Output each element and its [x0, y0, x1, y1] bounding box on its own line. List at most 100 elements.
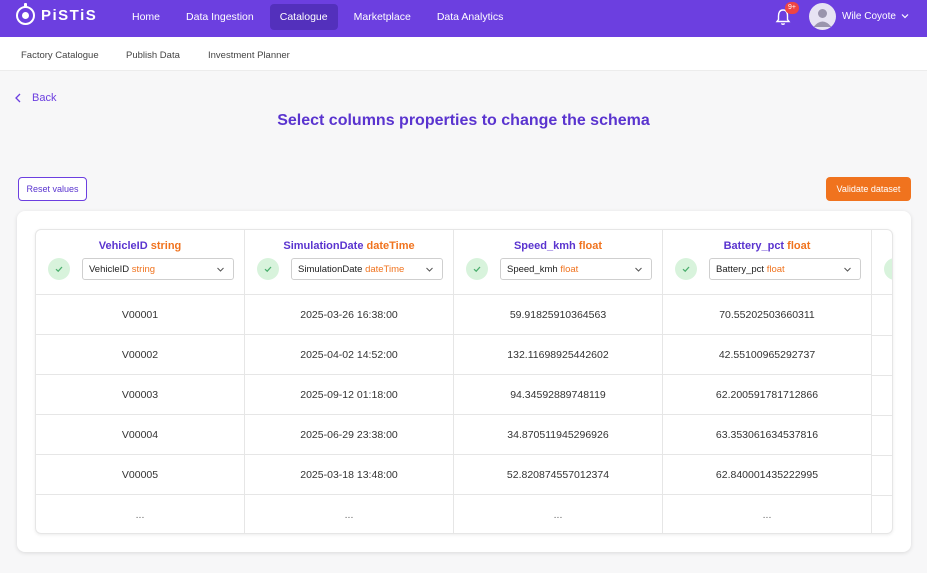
- table-cell: V00004: [36, 415, 244, 455]
- table-cell: 62.200591781712866: [663, 375, 871, 415]
- subnav-factory-catalogue[interactable]: Factory Catalogue: [21, 50, 99, 61]
- row-divider: [872, 375, 892, 376]
- select-column-type: string: [131, 264, 156, 275]
- column-simulationdate: SimulationDate dateTime SimulationDate d…: [245, 230, 454, 533]
- column-title: VehicleID string: [36, 240, 244, 252]
- table-cell: 2025-06-29 23:38:00: [245, 415, 453, 455]
- brand-name: PiSTiS: [41, 7, 98, 24]
- select-column-name: SimulationDate: [298, 264, 363, 275]
- table-cell: V00001: [36, 295, 244, 335]
- valid-check-icon: [466, 258, 488, 280]
- column-title: Battery_pct float: [663, 240, 871, 252]
- nav-home[interactable]: Home: [122, 4, 170, 30]
- column-header: Speed_kmh float Speed_kmh float: [454, 230, 662, 295]
- table-cell: 70.55202503660311: [663, 295, 871, 335]
- subnav-investment-planner[interactable]: Investment Planner: [208, 50, 290, 61]
- back-link[interactable]: Back: [14, 92, 56, 104]
- column-battery-pct: Battery_pct float Battery_pct float 70.5…: [663, 230, 872, 533]
- reset-values-button[interactable]: Reset values: [18, 177, 87, 201]
- chevron-down-icon: [217, 267, 224, 272]
- select-value: Battery_pct float: [716, 264, 785, 275]
- table-cell: 52.820874557012374: [454, 455, 662, 495]
- column-type: float: [578, 240, 603, 252]
- table-cell: V00005: [36, 455, 244, 495]
- table-cell: 63.353061634537816: [663, 415, 871, 455]
- table-cell: 34.870511945296926: [454, 415, 662, 455]
- subnav-publish-data[interactable]: Publish Data: [126, 50, 180, 61]
- top-navbar: PiSTiS Home Data Ingestion Catalogue Mar…: [0, 0, 927, 37]
- back-label: Back: [32, 92, 57, 104]
- column-title: SimulationDate dateTime: [245, 240, 453, 252]
- chevron-down-icon[interactable]: [900, 11, 910, 21]
- validate-dataset-button[interactable]: Validate dataset: [826, 177, 911, 201]
- column-type-select[interactable]: SimulationDate dateTime: [291, 258, 443, 280]
- table-cell: 62.840001435222995: [663, 455, 871, 495]
- user-avatar-icon: [813, 9, 832, 27]
- column-header: SimulationDate dateTime SimulationDate d…: [245, 230, 453, 295]
- select-column-name: Speed_kmh: [507, 264, 558, 275]
- column-name: VehicleID: [98, 240, 148, 252]
- select-column-name: Battery_pct: [716, 264, 765, 275]
- chevron-down-icon: [635, 267, 642, 272]
- table-cell-ellipsis: ...: [135, 509, 145, 521]
- row-divider: [872, 495, 892, 496]
- column-name: Battery_pct: [723, 240, 785, 252]
- column-vehicleid: VehicleID string VehicleID string V00001…: [36, 230, 245, 533]
- select-column-type: float: [766, 264, 785, 275]
- chevron-left-icon: [15, 93, 21, 103]
- chevron-down-icon: [844, 267, 851, 272]
- valid-check-icon: [257, 258, 279, 280]
- table-cell: V00002: [36, 335, 244, 375]
- table-cell: 132.11698925442602: [454, 335, 662, 375]
- column-type: float: [787, 240, 811, 252]
- table-cell: 94.34592889748119: [454, 375, 662, 415]
- row-divider: [872, 415, 892, 416]
- table-cell: 2025-04-02 14:52:00: [245, 335, 453, 375]
- select-value: VehicleID string: [89, 264, 155, 275]
- table-cell-ellipsis: ...: [762, 509, 772, 521]
- logo[interactable]: PiSTiS: [16, 3, 98, 25]
- column-partial: [872, 230, 892, 533]
- valid-check-icon: [48, 258, 70, 280]
- table-cell: 2025-03-18 13:48:00: [245, 455, 453, 495]
- sub-navbar: Factory Catalogue Publish Data Investmen…: [0, 37, 927, 71]
- column-type: string: [150, 240, 182, 252]
- table-cell: V00003: [36, 375, 244, 415]
- select-column-type: float: [560, 264, 579, 275]
- valid-check-icon: [675, 258, 697, 280]
- table-cell: 59.91825910364563: [454, 295, 662, 335]
- main-nav: Home Data Ingestion Catalogue Marketplac…: [122, 4, 519, 30]
- row-divider: [872, 335, 892, 336]
- column-speed-kmh: Speed_kmh float Speed_kmh float 59.91825…: [454, 230, 663, 533]
- logo-icon: [16, 3, 35, 25]
- column-header: Battery_pct float Battery_pct float: [663, 230, 871, 295]
- table-cell-ellipsis: ...: [553, 509, 563, 521]
- column-type-select[interactable]: VehicleID string: [82, 258, 234, 280]
- column-name: SimulationDate: [283, 240, 364, 252]
- column-type: dateTime: [366, 240, 415, 252]
- row-divider: [872, 455, 892, 456]
- table-cell-ellipsis: ...: [344, 509, 354, 521]
- nav-catalogue[interactable]: Catalogue: [269, 4, 338, 30]
- select-value: Speed_kmh float: [507, 264, 578, 275]
- schema-table[interactable]: VehicleID string VehicleID string V00001…: [35, 229, 893, 534]
- chevron-down-icon: [426, 267, 433, 272]
- page-title: Select columns properties to change the …: [277, 112, 650, 129]
- select-value: SimulationDate dateTime: [298, 264, 404, 275]
- nav-data-ingestion[interactable]: Data Ingestion: [176, 4, 264, 30]
- column-name: Speed_kmh: [513, 240, 576, 252]
- select-column-type: dateTime: [365, 264, 405, 275]
- schema-card: VehicleID string VehicleID string V00001…: [17, 211, 911, 552]
- table-cell: 42.55100965292737: [663, 335, 871, 375]
- nav-data-analytics[interactable]: Data Analytics: [427, 4, 514, 30]
- table-cell: 2025-09-12 01:18:00: [245, 375, 453, 415]
- nav-marketplace[interactable]: Marketplace: [344, 4, 421, 30]
- avatar[interactable]: [809, 3, 836, 30]
- column-type-select[interactable]: Speed_kmh float: [500, 258, 652, 280]
- notification-badge: 9+: [785, 2, 799, 14]
- user-name[interactable]: Wile Coyote: [842, 11, 896, 22]
- column-title: Speed_kmh float: [454, 240, 662, 252]
- table-cell: 2025-03-26 16:38:00: [245, 295, 453, 335]
- column-type-select[interactable]: Battery_pct float: [709, 258, 861, 280]
- column-header: VehicleID string VehicleID string: [36, 230, 244, 295]
